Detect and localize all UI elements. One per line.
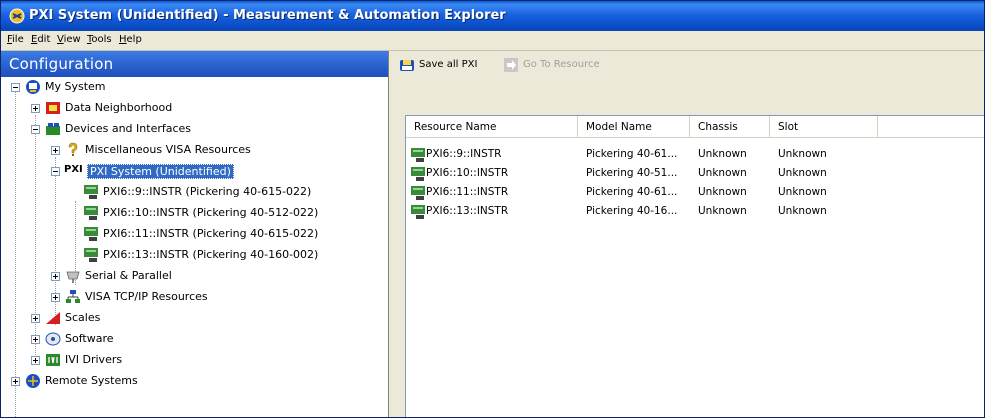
menu-help[interactable]: Help [119, 34, 142, 45]
serial-icon [66, 271, 80, 283]
menu-tools[interactable]: Tools [87, 34, 112, 45]
pxi-module-icon [84, 248, 98, 262]
expand-icon[interactable] [51, 146, 60, 155]
pxi-module-icon [411, 167, 425, 181]
column-header-slot[interactable]: Slot [770, 116, 878, 138]
main-window: PXI System (Unidentified) - Measurement … [0, 0, 985, 418]
table-row[interactable]: PXI6::11::INSTR Pickering 40-61... Unkno… [406, 184, 984, 203]
max-app-icon [9, 8, 25, 24]
cell-chassis: Unknown [698, 205, 747, 217]
window-title: PXI System (Unidentified) - Measurement … [29, 8, 506, 23]
collapse-icon[interactable] [51, 167, 60, 176]
cell-chassis: Unknown [698, 148, 747, 160]
software-icon [45, 332, 61, 346]
cell-slot: Unknown [778, 167, 827, 179]
menu-edit[interactable]: Edit [31, 34, 50, 45]
question-icon [68, 142, 78, 156]
expand-icon[interactable] [31, 314, 40, 323]
cell-model-name: Pickering 40-61... [586, 186, 678, 198]
menu-bar: File Edit View Tools Help [1, 31, 984, 51]
table-row[interactable]: PXI6::9::INSTR Pickering 40-61... Unknow… [406, 146, 984, 165]
column-header-model-name[interactable]: Model Name [578, 116, 690, 138]
pxi-module-icon [411, 205, 425, 219]
cell-resource-name: PXI6::13::INSTR [426, 205, 509, 217]
pxi-module-icon [411, 186, 425, 200]
expand-icon[interactable] [11, 377, 20, 386]
resource-list: Resource Name Model Name Chassis Slot PX… [405, 115, 984, 417]
cell-slot: Unknown [778, 186, 827, 198]
column-header-chassis[interactable]: Chassis [690, 116, 770, 138]
expand-icon[interactable] [51, 272, 60, 281]
cell-model-name: Pickering 40-16... [586, 205, 678, 217]
computer-icon [26, 80, 40, 94]
pxi-module-icon [84, 185, 98, 199]
expand-icon[interactable] [31, 104, 40, 113]
pxi-module-icon [411, 148, 425, 162]
tree-guide [35, 115, 36, 363]
cell-chassis: Unknown [698, 186, 747, 198]
tree-guide [15, 91, 16, 417]
remote-icon [26, 374, 40, 388]
go-to-resource-button[interactable]: Go To Resource [503, 57, 613, 73]
expand-icon[interactable] [31, 335, 40, 344]
table-row[interactable]: PXI6::13::INSTR Pickering 40-16... Unkno… [406, 203, 984, 222]
cell-slot: Unknown [778, 205, 827, 217]
column-header-resource-name[interactable]: Resource Name [406, 116, 578, 138]
network-icon [66, 290, 80, 303]
scales-icon [46, 312, 60, 324]
cell-resource-name: PXI6::10::INSTR [426, 167, 509, 179]
cell-model-name: Pickering 40-61... [586, 148, 678, 160]
table-row[interactable]: PXI6::10::INSTR Pickering 40-51... Unkno… [406, 165, 984, 184]
cell-slot: Unknown [778, 148, 827, 160]
right-toolbar: Save all PXI Go To Resource [391, 51, 984, 79]
cell-chassis: Unknown [698, 167, 747, 179]
list-header: Resource Name Model Name Chassis Slot [406, 116, 984, 138]
save-icon [400, 60, 414, 71]
arrow-right-icon [504, 58, 518, 72]
menu-view[interactable]: View [57, 34, 81, 45]
collapse-icon[interactable] [31, 125, 40, 134]
cell-model-name: Pickering 40-51... [586, 167, 678, 179]
expand-icon[interactable] [51, 293, 60, 302]
title-bar[interactable]: PXI System (Unidentified) - Measurement … [1, 1, 984, 31]
devices-icon [46, 123, 60, 135]
collapse-icon[interactable] [11, 83, 20, 92]
pxi-module-icon [84, 206, 98, 220]
pxi-icon: PXI [64, 164, 83, 175]
pxi-module-icon [84, 227, 98, 241]
ivi-icon [46, 354, 60, 366]
configuration-header: Configuration [1, 51, 389, 77]
expand-icon[interactable] [31, 356, 40, 365]
cell-resource-name: PXI6::11::INSTR [426, 186, 509, 198]
save-all-pxi-button[interactable]: Save all PXI [399, 57, 494, 73]
cell-resource-name: PXI6::9::INSTR [426, 148, 502, 160]
menu-file[interactable]: File [7, 34, 24, 45]
data-neighborhood-icon [46, 102, 60, 114]
configuration-tree: My System Data Neighborhood Devices and … [1, 77, 389, 417]
configuration-title: Configuration [9, 55, 114, 73]
